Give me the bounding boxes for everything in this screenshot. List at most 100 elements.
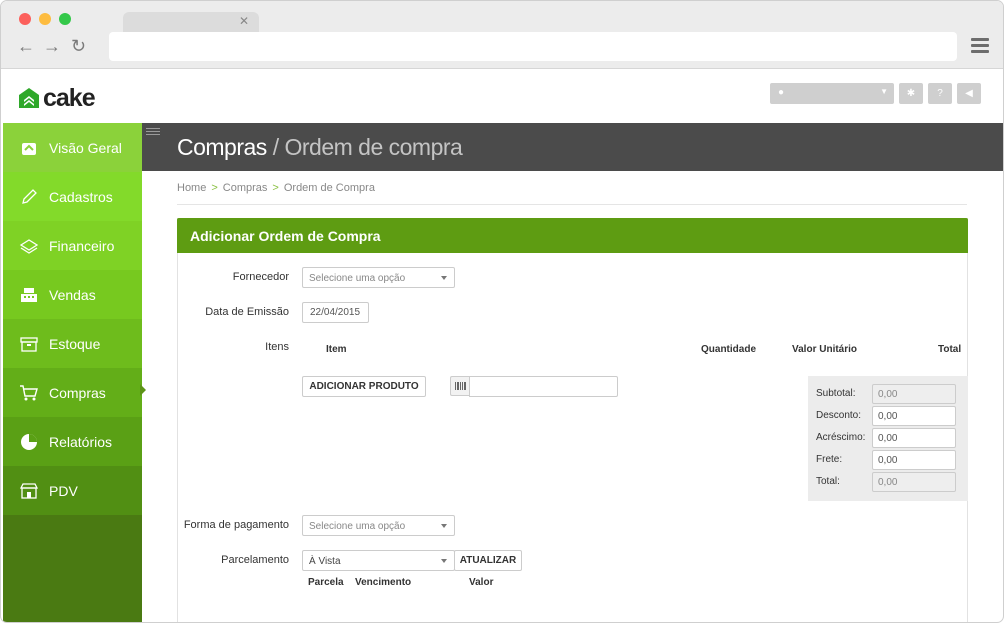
breadcrumb: Home > Compras > Ordem de Compra bbox=[177, 182, 375, 194]
settings-gear-icon[interactable]: ✱ bbox=[899, 83, 923, 104]
desconto-field[interactable]: 0,00 bbox=[872, 406, 956, 426]
subtotal-label: Subtotal: bbox=[816, 388, 856, 399]
panel-header: Adicionar Ordem de Compra bbox=[177, 218, 968, 253]
page-title-main: Compras bbox=[177, 134, 267, 160]
help-icon[interactable]: ? bbox=[928, 83, 952, 104]
sidebar-item-label: Estoque bbox=[49, 335, 101, 352]
logo-icon bbox=[19, 88, 39, 108]
logo-text: cake bbox=[43, 83, 96, 112]
caret-down-icon bbox=[441, 524, 447, 528]
browser-tab[interactable]: ✕ bbox=[123, 12, 259, 32]
sidebar-item-compras[interactable]: Compras bbox=[3, 368, 142, 417]
page-title-sub: / Ordem de compra bbox=[272, 134, 463, 160]
data-emissao-value: 22/04/2015 bbox=[310, 307, 361, 318]
reload-icon[interactable]: ↻ bbox=[71, 35, 86, 57]
sidebar-item-cadastros[interactable]: Cadastros bbox=[3, 172, 142, 221]
frete-field[interactable]: 0,00 bbox=[872, 450, 956, 470]
fornecedor-select-value: Selecione uma opção bbox=[309, 273, 406, 284]
sidebar-item-label: Vendas bbox=[49, 286, 96, 303]
barcode-search-input[interactable] bbox=[469, 376, 618, 397]
desconto-label: Desconto: bbox=[816, 410, 862, 421]
sidebar-item-financeiro[interactable]: Financeiro bbox=[3, 221, 142, 270]
page-title: Compras / Ordem de compra bbox=[177, 134, 463, 161]
store-icon bbox=[19, 481, 39, 501]
data-emissao-field[interactable]: 22/04/2015 bbox=[302, 302, 369, 323]
fornecedor-select[interactable]: Selecione uma opção bbox=[302, 267, 455, 288]
acrescimo-field[interactable]: 0,00 bbox=[872, 428, 956, 448]
active-item-indicator bbox=[140, 384, 146, 396]
frete-value: 0,00 bbox=[878, 455, 898, 466]
tab-close-icon[interactable]: ✕ bbox=[239, 14, 249, 28]
total-value: 0,00 bbox=[878, 477, 898, 488]
column-header-parcela: Parcela bbox=[308, 577, 344, 588]
itens-label: Itens bbox=[265, 341, 289, 353]
breadcrumb-home[interactable]: Home bbox=[177, 182, 206, 194]
column-header-valor-unitario: Valor Unitário bbox=[792, 344, 858, 355]
column-header-item: Item bbox=[326, 344, 347, 355]
maximize-window-button[interactable] bbox=[59, 13, 71, 25]
total-label: Total: bbox=[816, 476, 840, 487]
sidebar-item-label: Relatórios bbox=[49, 433, 113, 450]
pagamento-select-value: Selecione uma opção bbox=[309, 521, 406, 532]
barcode-icon bbox=[450, 376, 470, 396]
browser-toolbar: ✕ ← → ↻ bbox=[1, 1, 1003, 69]
page-header: Compras / Ordem de compra bbox=[142, 123, 1003, 171]
money-icon bbox=[19, 236, 39, 256]
parcelamento-label: Parcelamento bbox=[221, 554, 289, 566]
sidebar-item-label: Visão Geral bbox=[49, 139, 122, 156]
minimize-window-button[interactable] bbox=[39, 13, 51, 25]
address-bar[interactable] bbox=[109, 32, 957, 61]
subtotal-value: 0,00 bbox=[878, 389, 898, 400]
desconto-value: 0,00 bbox=[878, 411, 898, 422]
breadcrumb-current: Ordem de Compra bbox=[283, 182, 375, 194]
add-product-button[interactable]: ADICIONAR PRODUTO bbox=[302, 376, 426, 397]
column-header-total: Total bbox=[938, 344, 962, 355]
sidebar-item-label: PDV bbox=[49, 482, 78, 499]
cash-register-icon bbox=[19, 285, 39, 305]
sidebar-item-pdv[interactable]: PDV bbox=[3, 466, 142, 515]
update-button[interactable]: ATUALIZAR bbox=[454, 550, 522, 571]
close-window-button[interactable] bbox=[19, 13, 31, 25]
breadcrumb-separator-icon: > bbox=[211, 182, 218, 194]
totals-box: Subtotal: 0,00 Desconto: 0,00 Acréscimo:… bbox=[808, 376, 968, 501]
column-header-vencimento: Vencimento bbox=[355, 577, 412, 588]
divider bbox=[177, 204, 967, 205]
chart-icon bbox=[19, 432, 39, 452]
sidebar-item-relatorios[interactable]: Relatórios bbox=[3, 417, 142, 466]
home-icon bbox=[19, 138, 39, 158]
browser-menu-icon[interactable] bbox=[971, 38, 989, 54]
user-icon: ● bbox=[778, 87, 785, 98]
logo[interactable]: cake bbox=[18, 83, 96, 112]
panel-title: Adicionar Ordem de Compra bbox=[190, 228, 381, 244]
pencil-icon bbox=[19, 187, 39, 207]
pagamento-select[interactable]: Selecione uma opção bbox=[302, 515, 455, 536]
browser-window: ✕ ← → ↻ cake ● ▼ ✱ ? ◀ Visão Geral Cadas… bbox=[0, 0, 1004, 623]
breadcrumb-separator-icon: > bbox=[272, 182, 279, 194]
subtotal-field: 0,00 bbox=[872, 384, 956, 404]
back-arrow-icon[interactable]: ← bbox=[17, 35, 35, 57]
sidebar-item-visao-geral[interactable]: Visão Geral bbox=[3, 123, 142, 172]
sidebar-item-vendas[interactable]: Vendas bbox=[3, 270, 142, 319]
caret-down-icon bbox=[441, 276, 447, 280]
box-icon bbox=[19, 334, 39, 354]
sidebar-item-estoque[interactable]: Estoque bbox=[3, 319, 142, 368]
collapse-menu-icon[interactable] bbox=[146, 128, 160, 137]
column-header-quantidade: Quantidade bbox=[701, 344, 757, 355]
breadcrumb-compras[interactable]: Compras bbox=[223, 182, 268, 194]
cart-icon bbox=[19, 383, 39, 403]
user-menu-dropdown[interactable]: ● ▼ bbox=[770, 83, 894, 104]
acrescimo-label: Acréscimo: bbox=[816, 432, 866, 443]
announcement-icon[interactable]: ◀ bbox=[957, 83, 981, 104]
fornecedor-label: Fornecedor bbox=[232, 271, 289, 283]
parcelamento-select[interactable]: À Vista bbox=[302, 550, 455, 571]
parcelamento-select-value: À Vista bbox=[309, 556, 341, 567]
sidebar-item-label: Compras bbox=[49, 384, 106, 401]
column-header-valor: Valor bbox=[469, 577, 494, 588]
sidebar: Visão Geral Cadastros Financeiro Vendas … bbox=[3, 123, 142, 622]
forward-arrow-icon[interactable]: → bbox=[43, 35, 61, 57]
sidebar-item-label: Financeiro bbox=[49, 237, 115, 254]
acrescimo-value: 0,00 bbox=[878, 433, 898, 444]
pagamento-label: Forma de pagamento bbox=[183, 519, 289, 531]
sidebar-item-label: Cadastros bbox=[49, 188, 113, 205]
chevron-down-icon: ▼ bbox=[880, 87, 888, 96]
